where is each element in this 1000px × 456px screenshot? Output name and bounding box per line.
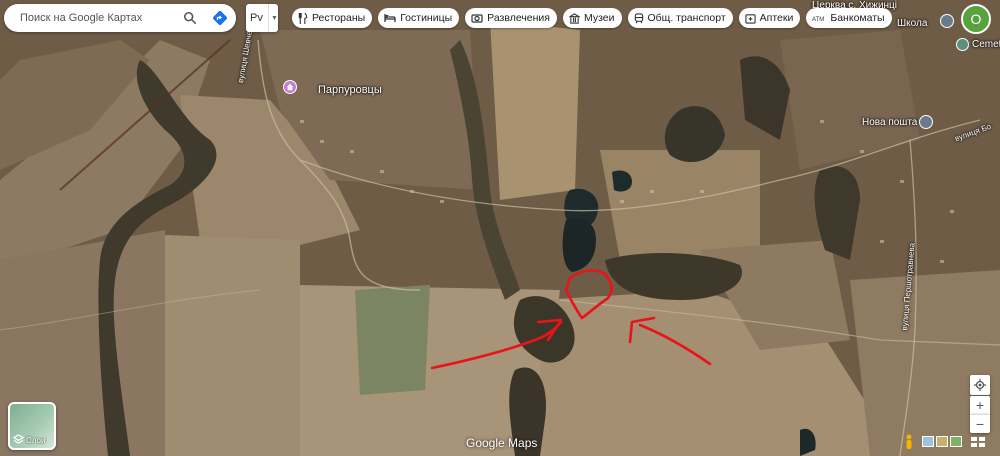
search-input[interactable] xyxy=(18,11,182,25)
chip-label: Гостиницы xyxy=(400,12,453,24)
search-box[interactable] xyxy=(4,4,236,32)
pegman-icon[interactable] xyxy=(904,434,914,450)
chevron-down-icon[interactable]: ▼ xyxy=(268,4,278,32)
restaurant-icon xyxy=(298,12,308,24)
zoom-in-button[interactable]: + xyxy=(970,396,990,414)
search-icon[interactable] xyxy=(180,8,200,28)
google-maps-logo: Google Maps xyxy=(466,436,538,450)
post-label: Нова пошта 1 xyxy=(862,117,926,128)
chip-hotels[interactable]: Гостиницы xyxy=(378,8,460,28)
chip-atms[interactable]: ATM Банкоматы xyxy=(806,8,892,28)
layers-icon xyxy=(13,434,24,444)
zoom-out-button[interactable]: − xyxy=(970,414,990,433)
school-label: Школа xyxy=(897,18,928,29)
chip-label: Общ. транспорт xyxy=(647,12,726,24)
map-thumb-icon[interactable] xyxy=(950,436,962,447)
chip-label: Банкоматы xyxy=(830,12,885,24)
svg-text:ATM: ATM xyxy=(812,17,824,22)
transit-icon xyxy=(634,12,643,23)
pharmacy-icon xyxy=(745,13,756,24)
chip-entertainment[interactable]: Развлечения xyxy=(465,8,557,28)
region-label: Рv xyxy=(250,12,263,24)
house-icon xyxy=(286,83,294,91)
cemetery-label: Cemete xyxy=(972,39,1000,50)
camera-icon xyxy=(471,14,483,23)
place-pin[interactable] xyxy=(283,80,297,94)
chip-label: Аптеки xyxy=(759,12,794,24)
cemetery-pin[interactable] xyxy=(956,38,969,51)
layers-label: Слои xyxy=(26,436,46,445)
chip-restaurants[interactable]: Рестораны xyxy=(292,8,373,28)
account-avatar[interactable]: О xyxy=(961,4,991,34)
grid-icon[interactable] xyxy=(969,436,987,448)
region-selector[interactable]: Рv ▼ xyxy=(246,4,278,32)
category-chips: Рестораны Гостиницы Развлечения Музеи Об… xyxy=(292,8,892,28)
satellite-thumb-icon[interactable] xyxy=(936,436,948,447)
chip-transit[interactable]: Общ. транспорт xyxy=(627,8,733,28)
school-pin[interactable] xyxy=(940,14,954,28)
chip-museums[interactable]: Музеи xyxy=(562,8,622,28)
chip-pharmacies[interactable]: Аптеки xyxy=(738,8,801,28)
satellite-map[interactable] xyxy=(0,0,1000,456)
village-label: Парпуровцы xyxy=(318,84,382,96)
directions-icon[interactable] xyxy=(210,8,230,28)
post-pin[interactable] xyxy=(919,115,933,129)
imagery-thumbnails[interactable] xyxy=(922,436,962,447)
my-location-button[interactable] xyxy=(970,375,990,395)
museum-icon xyxy=(568,12,580,24)
chip-label: Музеи xyxy=(583,12,615,24)
terrain-thumb-icon[interactable] xyxy=(922,436,934,447)
crosshair-icon xyxy=(974,379,986,391)
layers-button[interactable]: Слои xyxy=(8,402,56,450)
atm-icon: ATM xyxy=(812,17,824,22)
hotel-icon xyxy=(384,14,396,22)
chip-label: Рестораны xyxy=(312,12,366,24)
chip-label: Развлечения xyxy=(487,12,550,24)
